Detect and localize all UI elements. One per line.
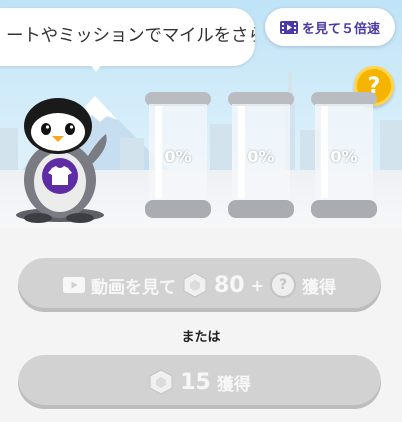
video-play-icon — [62, 277, 85, 293]
or-label: または — [181, 330, 221, 345]
watch-video-label: 動画を見て — [90, 277, 176, 298]
capsule-percent: 0% — [330, 147, 358, 166]
earn-15-amount: 15 — [180, 369, 211, 395]
mystery-coin-icon: ? — [270, 272, 297, 298]
watch-video-earn-button[interactable]: 動画を見て 80 + ? 獲得 — [18, 258, 381, 312]
speech-bubble: ートやミッションでマイルをさらに — [0, 8, 255, 66]
gem-icon — [183, 272, 207, 298]
video-play-icon — [279, 20, 298, 34]
boost-5x-button[interactable]: を見て５倍速 — [265, 8, 395, 46]
gem-icon — [149, 369, 173, 395]
speech-bubble-tail — [84, 56, 108, 72]
mystery-coin-label: ? — [278, 277, 288, 293]
capsule-percent: 0% — [164, 147, 192, 166]
earn-15-suffix: 獲得 — [216, 374, 251, 395]
capsule-percent: 0% — [247, 147, 275, 166]
watch-video-suffix: 獲得 — [302, 277, 337, 298]
watch-video-amount: 80 — [213, 272, 245, 298]
capsule-1: 0% — [143, 92, 213, 222]
earn-15-button[interactable]: 15 獲得 — [18, 355, 381, 409]
capsule-2: 0% — [226, 92, 296, 222]
penguin-mascot — [16, 98, 107, 223]
boost-5x-label: を見て５倍速 — [301, 21, 380, 37]
watch-video-plus: + — [250, 275, 265, 295]
speech-bubble-text: ートやミッションでマイルをさらに — [6, 26, 255, 46]
capsule-3: 0% — [309, 92, 379, 222]
